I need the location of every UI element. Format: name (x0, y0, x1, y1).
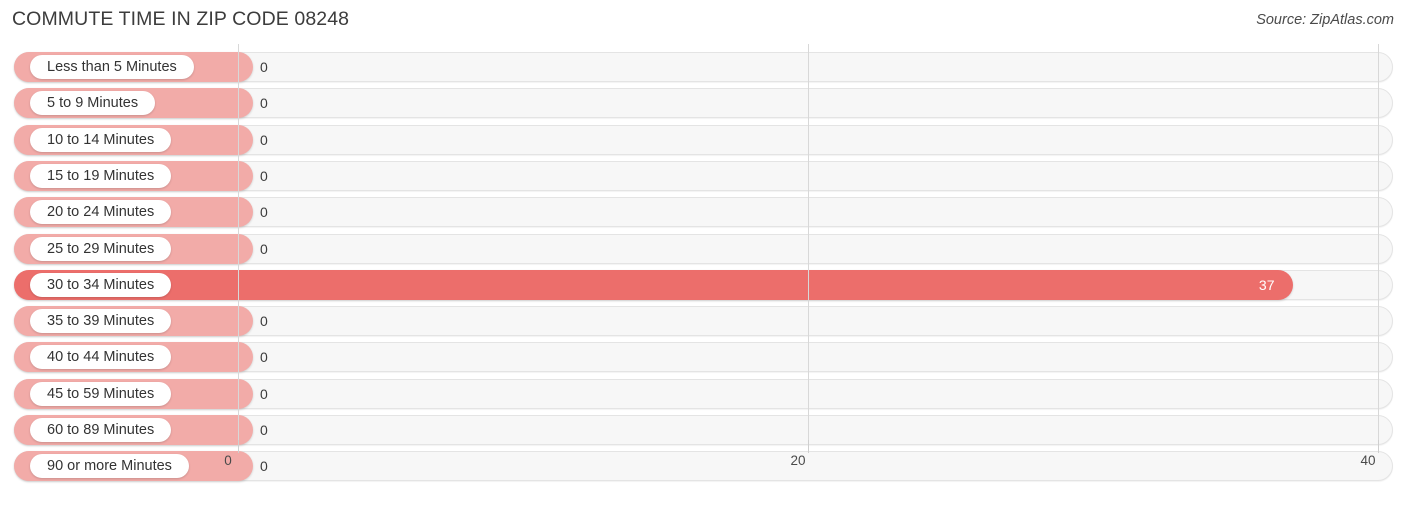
bar-row[interactable]: 25 to 29 Minutes 0 (0, 233, 1406, 264)
x-tick-mark (238, 440, 239, 453)
bar-category-label: 5 to 9 Minutes (30, 91, 156, 116)
bar-row[interactable]: 10 to 14 Minutes 0 (0, 124, 1406, 155)
bar-value-label: 0 (260, 59, 268, 75)
source-attribution: Source: ZipAtlas.com (1256, 12, 1394, 28)
bar-row[interactable]: 20 to 24 Minutes 0 (0, 197, 1406, 228)
bar-category-label: 20 to 24 Minutes (30, 200, 172, 225)
bar-category-label: 45 to 59 Minutes (30, 381, 172, 406)
bar-category-label: 15 to 19 Minutes (30, 163, 172, 188)
x-tick-label: 40 (1360, 453, 1376, 468)
gridline-0 (238, 44, 239, 440)
bar-category-label: 25 to 29 Minutes (30, 236, 172, 261)
bar-value-label: 0 (260, 349, 268, 366)
chart-header: COMMUTE TIME IN ZIP CODE 08248 Source: Z… (0, 0, 1406, 44)
bar-category-label: Less than 5 Minutes (30, 55, 194, 79)
bar-row[interactable]: 35 to 39 Minutes 0 (0, 306, 1406, 337)
page-title: COMMUTE TIME IN ZIP CODE 08248 (12, 8, 350, 30)
bar-value-label: 0 (260, 204, 268, 221)
gridline-20 (808, 44, 809, 440)
bar-row[interactable]: 15 to 19 Minutes 0 (0, 160, 1406, 191)
bar-value-label: 0 (260, 167, 268, 184)
bar-value-label: 0 (260, 240, 268, 257)
bar-row[interactable]: 30 to 34 Minutes 37 (0, 269, 1406, 300)
bar-row[interactable]: Less than 5 Minutes 0 (0, 52, 1406, 82)
bar-value-label: 0 (260, 385, 268, 402)
bar-row[interactable]: 45 to 59 Minutes 0 (0, 378, 1406, 409)
bar-row[interactable]: 5 to 9 Minutes 0 (0, 88, 1406, 119)
x-tick-mark (808, 440, 809, 453)
x-axis: 0 20 40 (0, 440, 1406, 486)
bar-category-label: 10 to 14 Minutes (30, 127, 172, 152)
chart-plot-area: Less than 5 Minutes 0 5 to 9 Minutes 0 10 to… (0, 44, 1406, 486)
x-tick-label: 20 (790, 453, 806, 468)
bar-category-label: 40 to 44 Minutes (30, 345, 172, 370)
bar-category-label: 60 to 89 Minutes (30, 418, 172, 442)
bar-value-label: 37 (1258, 276, 1275, 293)
bar-value-label: 0 (260, 131, 268, 148)
x-tick-mark (1378, 440, 1379, 453)
bar-row[interactable]: 40 to 44 Minutes 0 (0, 342, 1406, 373)
bar-value-label: 0 (260, 313, 268, 330)
bar-category-label: 30 to 34 Minutes (30, 272, 172, 297)
gridline-40 (1378, 44, 1379, 440)
bar-value-label: 0 (260, 95, 268, 112)
x-tick-label: 0 (224, 453, 232, 468)
bar-fill[interactable] (14, 269, 1293, 300)
bar-category-label: 35 to 39 Minutes (30, 309, 172, 334)
